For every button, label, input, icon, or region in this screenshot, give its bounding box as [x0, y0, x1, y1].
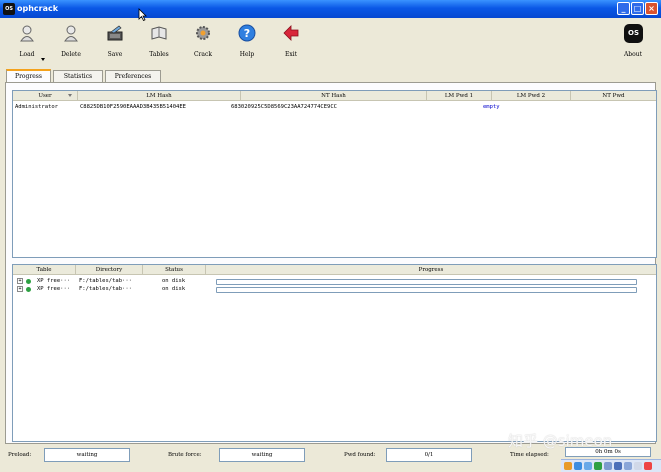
pwd-found-value: 0/1 — [386, 448, 472, 462]
tables-button[interactable]: Tables — [142, 22, 176, 60]
chevron-down-icon[interactable] — [41, 58, 45, 61]
delete-user-icon — [64, 25, 78, 42]
brute-force-value: waiting — [219, 448, 305, 462]
directory-cell: F:/tables/tab··· — [79, 286, 132, 292]
load-icon — [20, 25, 34, 42]
tray-close-icon[interactable] — [644, 462, 652, 470]
column-header-nt-hash[interactable]: NT Hash — [241, 91, 427, 101]
brute-force-label: Brute force: — [168, 452, 202, 458]
status-dot-icon — [26, 287, 31, 292]
exit-icon — [283, 25, 299, 41]
help-label: Help — [239, 51, 255, 58]
tray-search-icon[interactable] — [574, 462, 582, 470]
tray-settings-icon[interactable] — [634, 462, 642, 470]
tables-label: Tables — [149, 51, 169, 58]
maximize-button[interactable]: □ — [631, 2, 644, 15]
tables-progress-table[interactable]: Table Directory Status Progress + XP fre… — [12, 264, 657, 442]
tray-tool-icon[interactable] — [614, 462, 622, 470]
load-button[interactable]: Load — [10, 22, 45, 61]
column-header-lm-hash[interactable]: LM Hash — [78, 91, 241, 101]
table-row[interactable]: Administrator C8825DB10F2590EAAAD3B435B5… — [13, 103, 656, 112]
lm-pwd2-cell: empty — [483, 104, 500, 110]
tray-network-icon[interactable] — [584, 462, 592, 470]
expand-icon[interactable]: + — [17, 286, 23, 292]
ophcrack-logo-icon: OS — [624, 24, 643, 43]
column-header-directory[interactable]: Directory — [76, 265, 143, 275]
help-icon: ? — [238, 24, 256, 42]
crack-label: Crack — [193, 51, 213, 58]
tray-chat-icon[interactable] — [624, 462, 632, 470]
tab-preferences[interactable]: Preferences — [105, 70, 161, 82]
window-title: ophcrack — [17, 4, 59, 13]
tables-book-icon — [151, 26, 167, 40]
system-tray — [561, 459, 661, 472]
tab-statistics[interactable]: Statistics — [53, 70, 103, 82]
status-cell: on disk — [162, 286, 186, 292]
crack-gear-icon — [196, 26, 210, 40]
exit-label: Exit — [284, 51, 298, 58]
crack-button[interactable]: Crack — [186, 22, 220, 60]
mouse-cursor-icon — [138, 8, 147, 21]
status-cell: on disk — [162, 278, 186, 284]
help-button[interactable]: ? Help — [230, 22, 264, 60]
tab-progress[interactable]: Progress — [6, 69, 51, 83]
time-elapsed-label: Time elapsed: — [510, 452, 549, 458]
save-label: Save — [107, 51, 123, 58]
table-name-cell: XP free··· — [37, 286, 71, 292]
pwd-found-label: Pwd found: — [344, 452, 376, 458]
minimize-button[interactable]: _ — [617, 2, 630, 15]
lm-hash-cell: C8825DB10F2590EAAAD3B435B51404EE — [80, 104, 186, 110]
tray-shield-icon[interactable] — [594, 462, 602, 470]
user-cell: Administrator — [15, 104, 59, 110]
about-label: About — [623, 51, 643, 58]
svg-text:?: ? — [244, 27, 250, 40]
progress-bar — [216, 287, 637, 293]
progress-bar — [216, 279, 637, 285]
app-icon: OS — [3, 3, 15, 15]
preload-value: waiting — [44, 448, 130, 462]
directory-cell: F:/tables/tab··· — [79, 278, 132, 284]
column-header-lm-pwd-2[interactable]: LM Pwd 2 — [492, 91, 571, 101]
title-bar[interactable]: OS ophcrack _ □ × — [0, 0, 661, 18]
sort-arrow-icon — [68, 94, 72, 97]
column-header-lm-pwd-1[interactable]: LM Pwd 1 — [427, 91, 492, 101]
tray-start-icon[interactable] — [564, 462, 572, 470]
watermark: 知乎 @simeon — [508, 432, 613, 450]
delete-label: Delete — [61, 51, 81, 58]
tray-display-icon[interactable] — [604, 462, 612, 470]
column-header-status[interactable]: Status — [143, 265, 206, 275]
hash-table[interactable]: User LM Hash NT Hash LM Pwd 1 LM Pwd 2 N… — [12, 90, 657, 258]
save-button[interactable]: Save — [98, 22, 132, 60]
preload-label: Preload: — [8, 452, 32, 458]
nt-hash-cell: 683020925C5D8569C23AA724774CE9CC — [231, 104, 337, 110]
column-header-table[interactable]: Table — [13, 265, 76, 275]
expand-icon[interactable]: + — [17, 278, 23, 284]
exit-button[interactable]: Exit — [274, 22, 308, 60]
table-row[interactable]: + XP free··· F:/tables/tab··· on disk — [13, 286, 656, 294]
save-icon — [107, 25, 123, 41]
close-button[interactable]: × — [645, 2, 658, 15]
about-button[interactable]: OS About — [616, 22, 650, 60]
column-header-nt-pwd[interactable]: NT Pwd — [571, 91, 656, 101]
delete-button[interactable]: Delete — [54, 22, 88, 60]
column-header-progress[interactable]: Progress — [206, 265, 656, 275]
table-name-cell: XP free··· — [37, 278, 71, 284]
load-label: Load — [19, 51, 35, 58]
status-dot-icon — [26, 279, 31, 284]
